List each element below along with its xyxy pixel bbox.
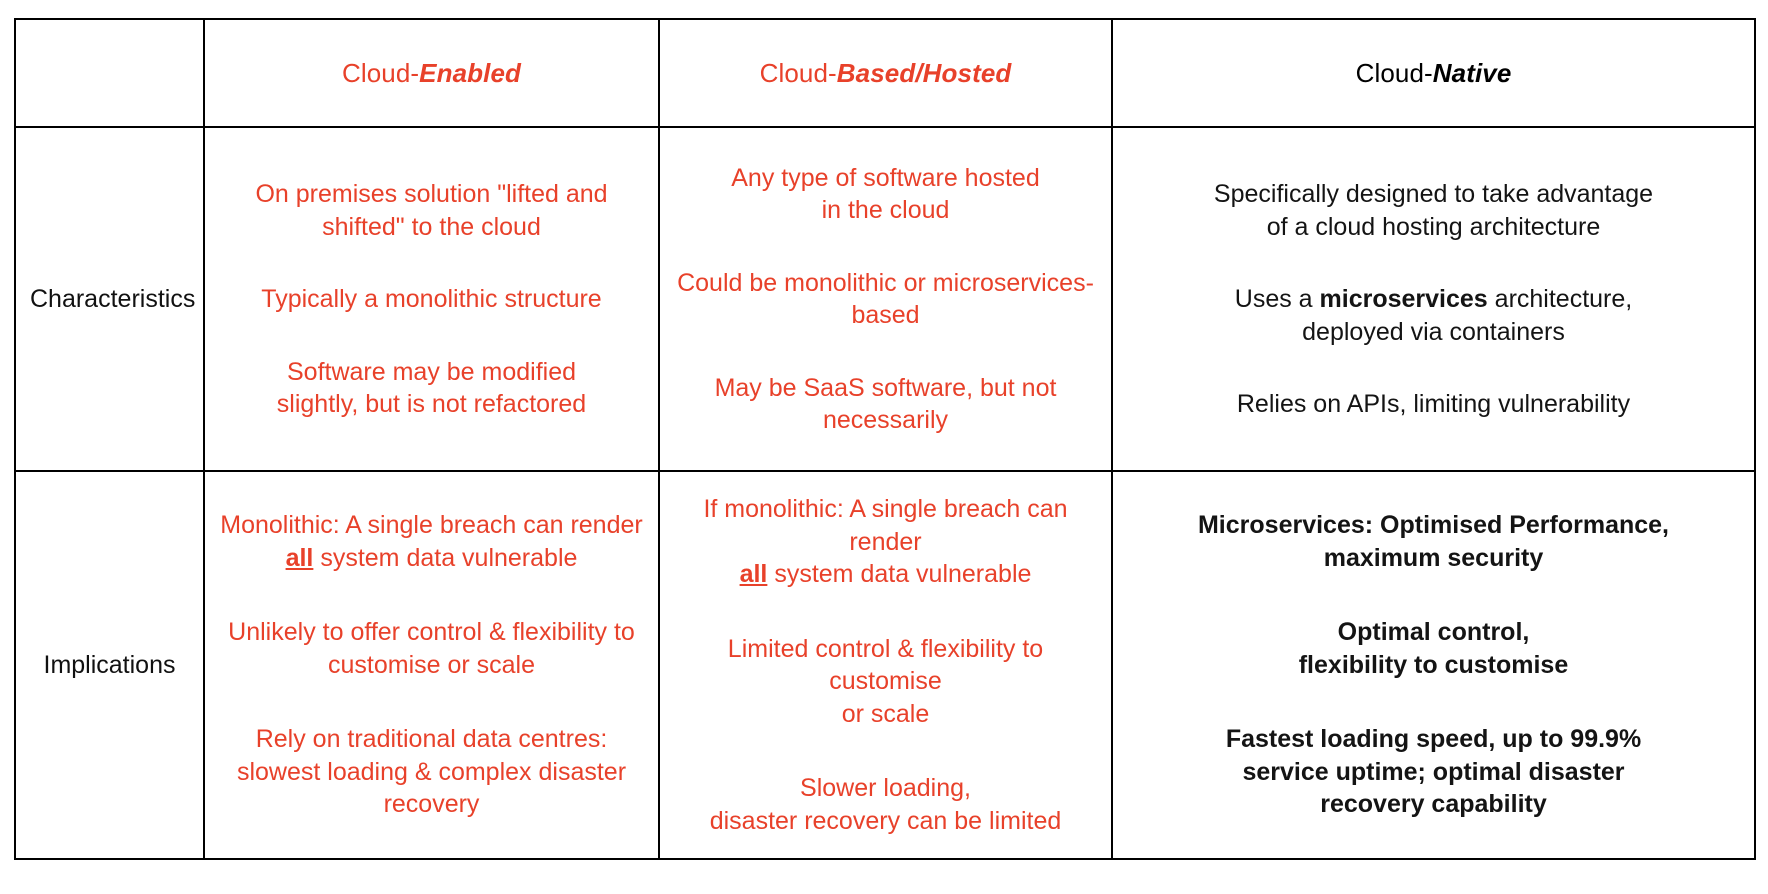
line: all system data vulnerable <box>674 558 1097 591</box>
line: all system data vulnerable <box>219 542 644 575</box>
line: customise or scale <box>327 650 536 679</box>
line: in the cloud <box>821 196 950 225</box>
line-part-bold-underline: all <box>739 560 768 589</box>
line: Microservices: Optimised Performance, <box>1197 511 1670 540</box>
paragraph: Relies on APIs, limiting vulnerability <box>1127 388 1740 421</box>
paragraph: Optimal control, flexibility to customis… <box>1127 616 1740 681</box>
line: Specifically designed to take advantage <box>1213 180 1654 209</box>
header-enabled-prefix: Cloud- <box>341 57 420 88</box>
line: or scale <box>841 699 930 728</box>
header-native-emphasis: Native <box>1432 57 1512 88</box>
line: Uses a microservices architecture, <box>1127 283 1740 316</box>
header-enabled-emphasis: Enabled <box>419 57 522 88</box>
line: Could be monolithic or microservices- <box>677 268 1094 297</box>
paragraph: Any type of software hosted in the cloud <box>674 162 1097 227</box>
line: Monolithic: A single breach can render <box>220 511 643 540</box>
paragraph: If monolithic: A single breach can rende… <box>674 493 1097 591</box>
comparison-table-page: Cloud-Enabled Cloud-Based/Hosted Cloud-N… <box>0 0 1768 894</box>
line: recovery capability <box>1320 790 1547 819</box>
line: deployed via containers <box>1302 317 1565 346</box>
paragraph: Typically a monolithic structure <box>219 283 644 316</box>
line: On premises solution "lifted and <box>255 180 608 209</box>
line: slightly, but is not refactored <box>276 390 587 419</box>
line: Fastest loading speed, up to 99.9% <box>1225 725 1642 754</box>
line-part-bold: microservices <box>1319 285 1488 314</box>
line-part: Uses a <box>1234 285 1320 314</box>
line: disaster recovery can be limited <box>709 806 1062 835</box>
row-label-implications: Implications <box>14 470 205 860</box>
line: Software may be modified <box>286 357 577 386</box>
paragraph: Slower loading, disaster recovery can be… <box>674 772 1097 837</box>
cell-characteristics-cloud-native: Specifically designed to take advantage … <box>1111 126 1756 473</box>
header-cell-empty <box>14 17 205 129</box>
paragraph: Could be monolithic or microservices- ba… <box>674 267 1097 332</box>
line: service uptime; optimal disaster <box>1242 757 1625 786</box>
row-label-characteristics: Characteristics <box>14 126 205 473</box>
line: Typically a monolithic structure <box>261 285 602 314</box>
line: Unlikely to offer control & flexibility … <box>228 618 635 647</box>
line: shifted" to the cloud <box>322 212 541 241</box>
paragraph: Fastest loading speed, up to 99.9% servi… <box>1127 723 1740 821</box>
line: Optimal control, <box>1337 618 1530 647</box>
table-header-row: Cloud-Enabled Cloud-Based/Hosted Cloud-N… <box>14 17 1756 129</box>
header-based-emphasis: Based/Hosted <box>836 57 1012 88</box>
cell-characteristics-cloud-based-hosted: Any type of software hosted in the cloud… <box>658 126 1113 473</box>
table-row-characteristics: Characteristics On premises solution "li… <box>14 126 1756 473</box>
paragraph: Rely on traditional data centres: slowes… <box>219 723 644 821</box>
header-cell-cloud-based-hosted: Cloud-Based/Hosted <box>658 17 1113 129</box>
line-part: system data vulnerable <box>767 560 1032 589</box>
line: based <box>851 301 920 330</box>
table-row-implications: Implications Monolithic: A single breach… <box>14 470 1756 860</box>
cell-implications-cloud-enabled: Monolithic: A single breach can render a… <box>203 470 660 860</box>
line-part-bold-underline: all <box>285 543 314 572</box>
paragraph: On premises solution "lifted and shifted… <box>219 178 644 243</box>
cell-implications-cloud-native: Microservices: Optimised Performance, ma… <box>1111 470 1756 860</box>
cloud-comparison-table: Cloud-Enabled Cloud-Based/Hosted Cloud-N… <box>14 17 1756 860</box>
line-part: system data vulnerable <box>313 543 578 572</box>
line: Relies on APIs, limiting vulnerability <box>1236 390 1631 419</box>
header-cell-cloud-native: Cloud-Native <box>1111 17 1756 129</box>
line: necessarily <box>822 406 949 435</box>
cell-implications-cloud-based-hosted: If monolithic: A single breach can rende… <box>658 470 1113 860</box>
line: Limited control & flexibility to customi… <box>727 634 1044 696</box>
paragraph: Specifically designed to take advantage … <box>1127 178 1740 243</box>
paragraph: May be SaaS software, but not necessaril… <box>674 372 1097 437</box>
line: flexibility to customise <box>1298 650 1569 679</box>
line: Rely on traditional data centres: <box>255 725 608 754</box>
paragraph: Microservices: Optimised Performance, ma… <box>1127 509 1740 574</box>
paragraph: Limited control & flexibility to customi… <box>674 633 1097 731</box>
cell-characteristics-cloud-enabled: On premises solution "lifted and shifted… <box>203 126 660 473</box>
line-part: architecture, <box>1487 285 1633 314</box>
header-native-prefix: Cloud- <box>1355 57 1433 88</box>
line: Slower loading, <box>800 774 971 803</box>
line: slowest loading & complex disaster <box>236 757 627 786</box>
line: maximum security <box>1323 543 1544 572</box>
paragraph: Uses a microservices architecture, deplo… <box>1127 283 1740 348</box>
paragraph: Unlikely to offer control & flexibility … <box>219 616 644 681</box>
line: Any type of software hosted <box>731 163 1040 192</box>
header-based-prefix: Cloud- <box>759 57 837 88</box>
line: recovery <box>383 790 480 819</box>
line: of a cloud hosting architecture <box>1266 212 1601 241</box>
header-cell-cloud-enabled: Cloud-Enabled <box>203 17 660 129</box>
line: May be SaaS software, but not <box>714 373 1057 402</box>
paragraph: Monolithic: A single breach can render a… <box>219 509 644 574</box>
line: If monolithic: A single breach can rende… <box>703 495 1068 556</box>
paragraph: Software may be modified slightly, but i… <box>219 356 644 421</box>
